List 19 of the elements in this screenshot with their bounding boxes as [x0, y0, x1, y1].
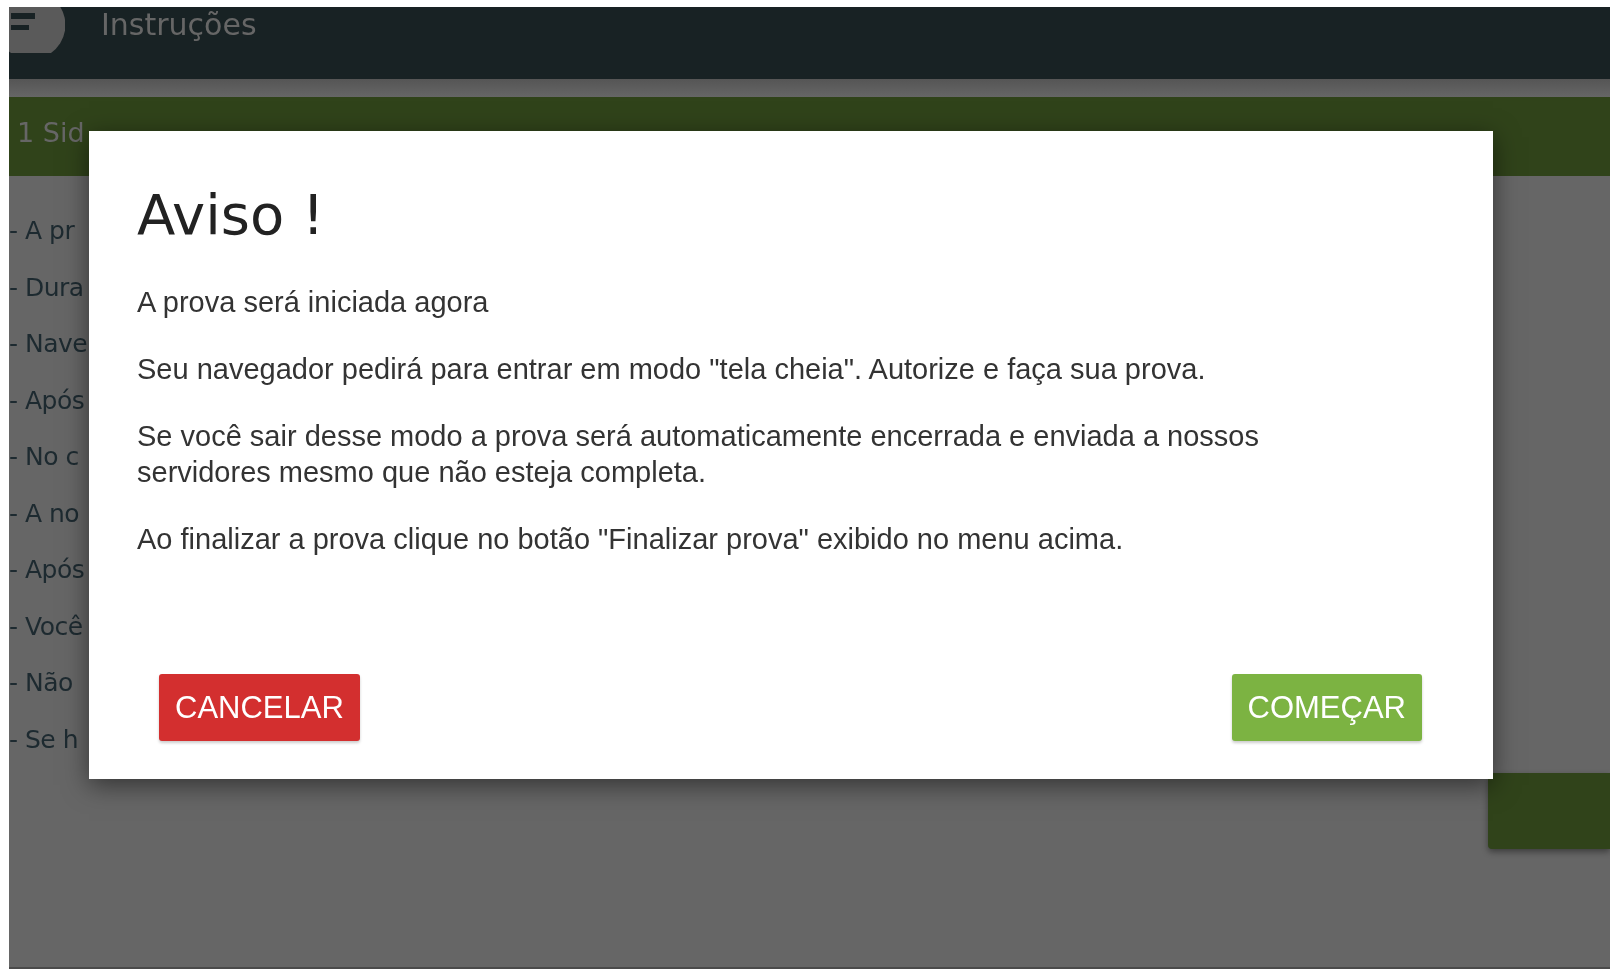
instruction-item: - Após — [9, 384, 85, 417]
instruction-item: - A no — [9, 497, 80, 530]
instruction-item: - Após — [9, 554, 85, 586]
dialog-paragraph: A prova será iniciada agora — [137, 285, 490, 321]
cancel-button[interactable]: CANCELAR — [159, 674, 360, 741]
dialog-title: Aviso ! — [137, 181, 326, 249]
start-button[interactable]: COMEÇAR — [1231, 674, 1422, 741]
instruction-item: - A pr — [9, 215, 75, 247]
exam-bar-text: 1 Sid — [17, 117, 85, 148]
instruction-item: - Não — [9, 667, 73, 699]
instruction-item: - Nave — [9, 328, 88, 360]
dialog-paragraph: Seu navegador pedirá para entrar em modo "tela cheia". Autorize e faça sua prova. — [137, 352, 1207, 388]
page-title: Instruções — [101, 7, 257, 43]
dialog-paragraph: Ao finalizar a prova clique no botão "Finalizar prova" exibido no menu acima. — [137, 522, 1125, 558]
instruction-item: - No c — [9, 441, 79, 473]
instruction-item: - Se h — [9, 723, 78, 756]
instruction-item: - Dura — [9, 271, 84, 304]
instruction-item: - Você — [9, 610, 83, 643]
dialog-paragraph: Se você sair desse modo a prova será automaticamente encerrada e enviada a nossos servidores mesmo que não esteja completa. — [137, 419, 1260, 491]
